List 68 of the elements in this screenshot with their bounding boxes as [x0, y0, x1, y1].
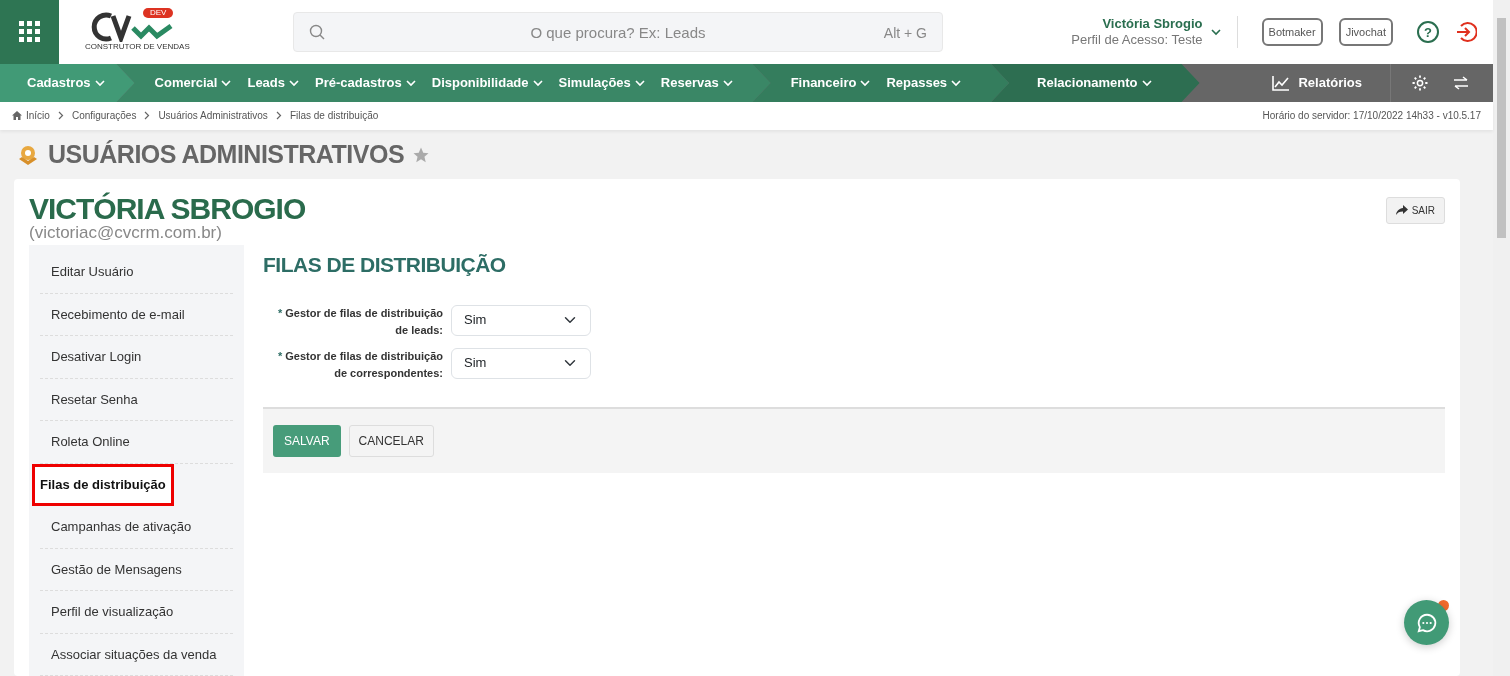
- sidebar-item[interactable]: Gestão de Mensagens: [40, 548, 233, 591]
- field-label: * Gestor de filas de distribuição de leads:: [276, 305, 443, 339]
- help-button[interactable]: ?: [1417, 21, 1439, 43]
- chevron-right-icon: [57, 111, 64, 121]
- chevron-down-icon: [860, 79, 871, 87]
- chevron-down-icon: [722, 79, 733, 87]
- breadcrumb-link[interactable]: Início: [12, 108, 50, 124]
- chevron-down-icon: [951, 79, 962, 87]
- user-name: VICTÓRIA SBROGIO: [29, 192, 306, 224]
- chevron-right-icon: [144, 111, 151, 121]
- chevron-down-icon: [634, 79, 645, 87]
- server-time: Horário do servidor: 17/10/2022 14h33 - v10.5.17: [1262, 109, 1481, 124]
- nav-menu-item[interactable]: Repasses: [878, 73, 970, 93]
- nav-menu-item[interactable]: Financeiro: [782, 73, 879, 93]
- breadcrumb-current: Filas de distribuição: [289, 109, 379, 124]
- sidebar-item[interactable]: Perfil de visualização: [40, 591, 233, 634]
- sidebar-item[interactable]: Recebimento de e-mail: [40, 293, 233, 336]
- line-chart-icon: [1272, 75, 1291, 91]
- home-icon: [12, 111, 22, 121]
- breadcrumb-link[interactable]: Usuários Administrativos: [158, 108, 268, 124]
- access-profile: Perfil de Acesso: Teste: [1071, 32, 1203, 48]
- chevron-down-icon: [1210, 28, 1221, 36]
- sidebar-item[interactable]: Roleta Online: [40, 421, 233, 464]
- logout-icon[interactable]: [1455, 21, 1477, 43]
- shortcut-hint: Alt + G: [883, 24, 927, 43]
- logo-tagline: CONSTRUTOR DE VENDAS: [85, 43, 190, 51]
- chevron-down-icon: [289, 79, 300, 87]
- chevron-down-icon: [1141, 79, 1152, 87]
- chevron-down-icon: [221, 79, 232, 87]
- breadcrumb-link[interactable]: Configurações: [71, 108, 137, 124]
- nav-menu-item[interactable]: Pré-cadastros: [307, 73, 424, 93]
- chat-service-button[interactable]: Botmaker: [1261, 17, 1323, 47]
- page-title: USUÁRIOS ADMINISTRATIVOS: [48, 139, 405, 171]
- user-name[interactable]: Victória Sbrogio: [1071, 16, 1203, 32]
- nav-menu-item[interactable]: Leads: [239, 73, 308, 93]
- share-arrow-icon: [1395, 205, 1408, 215]
- search-icon: [309, 24, 325, 40]
- user-email: (victoriac@cvcrm.com.br): [29, 224, 223, 241]
- exit-button[interactable]: SAIR: [1385, 196, 1445, 224]
- chevron-down-icon: [532, 79, 543, 87]
- grid-icon: [18, 21, 41, 43]
- settings-icon[interactable]: [1411, 74, 1429, 92]
- form-title: FILAS DE DISTRIBUIÇÃO: [263, 252, 507, 278]
- nav-menu-item[interactable]: Reservas: [652, 73, 741, 93]
- chat-bubble-icon: [1415, 611, 1438, 634]
- nav-menu-item[interactable]: Comercial: [146, 73, 240, 93]
- logo-badge: DEV: [143, 8, 174, 18]
- reports-button[interactable]: Relatórios: [1264, 73, 1378, 93]
- select-field[interactable]: Sim: [451, 304, 591, 336]
- sidebar-item[interactable]: Filas de distribuição: [32, 463, 174, 506]
- swap-arrows-icon[interactable]: [1453, 76, 1469, 90]
- select-field[interactable]: Sim: [451, 347, 591, 379]
- sidebar-item[interactable]: Desativar Login: [40, 336, 233, 379]
- nav-menu-item[interactable]: Simulações: [550, 73, 653, 93]
- sidebar-item[interactable]: Resetar Senha: [40, 378, 233, 421]
- chevron-right-icon: [275, 111, 282, 121]
- sidebar-item[interactable]: Editar Usuário: [40, 251, 233, 294]
- sidebar-item[interactable]: Associar situações da venda: [40, 633, 233, 676]
- chevron-down-icon: [94, 79, 105, 87]
- apps-menu-button[interactable]: [0, 0, 59, 64]
- field-label: * Gestor de filas de distribuição de correspondentes:: [276, 348, 443, 382]
- nav-menu-item[interactable]: Relacionamento: [1029, 73, 1160, 93]
- chevron-down-icon: [405, 79, 416, 87]
- cancel-button[interactable]: CANCELAR: [348, 424, 434, 457]
- nav-menu-item[interactable]: Disponibilidade: [423, 73, 551, 93]
- star-icon[interactable]: [412, 146, 431, 165]
- sidebar-item[interactable]: Campanhas de ativação: [40, 506, 233, 549]
- chat-service-button[interactable]: Jivochat: [1338, 17, 1393, 47]
